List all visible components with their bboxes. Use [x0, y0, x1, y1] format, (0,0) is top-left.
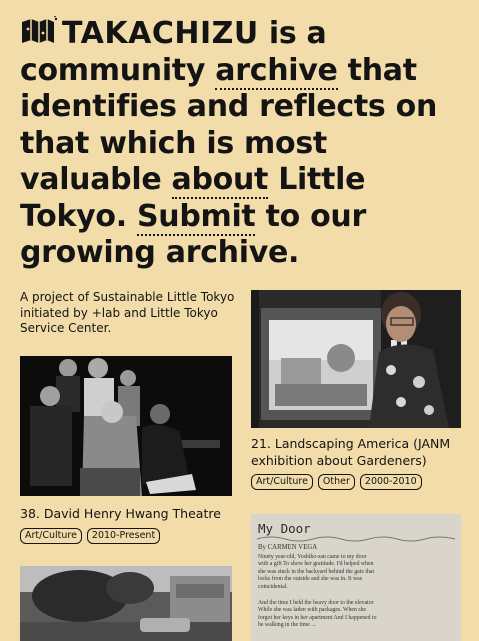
archive-card[interactable]: 38. David Henry Hwang Theatre Art/Cultur… — [20, 356, 232, 552]
card-photo[interactable] — [20, 356, 232, 496]
clipping-body: Ninety year-old, Yoshiko-san came to my … — [258, 554, 375, 590]
hero-statement: TAKACHIZU is a community archive that id… — [20, 16, 465, 272]
submit-link[interactable]: Submit — [136, 198, 256, 236]
card-photo[interactable] — [20, 566, 232, 641]
clipping-body: And the time I held the heavy door to th… — [258, 600, 377, 629]
archive-card[interactable]: 21. Landscaping America (JANM exhibition… — [251, 290, 461, 500]
map-logo-icon[interactable] — [20, 16, 58, 46]
card-title[interactable]: 38. David Henry Hwang Theatre — [20, 506, 232, 523]
tag-period[interactable]: 2010-Present — [86, 528, 161, 544]
brand-name: TAKACHIZU — [62, 16, 259, 51]
clipping-heading: My Door — [258, 521, 311, 536]
tag-category[interactable]: Other — [317, 474, 355, 490]
archive-card[interactable] — [20, 566, 232, 641]
card-tags: Art/Culture Other 2000-2010 — [251, 474, 422, 490]
card-title[interactable]: 21. Landscaping America (JANM exhibition… — [251, 436, 461, 469]
card-photo[interactable] — [251, 290, 461, 428]
archive-link[interactable]: archive — [215, 52, 338, 90]
tag-period[interactable]: 2000-2010 — [359, 474, 422, 490]
archive-card[interactable]: My Door By CARMEN VEGA Ninety year-old, … — [251, 514, 461, 641]
clipping-byline: By CARMEN VEGA — [258, 544, 318, 551]
project-intro: A project of Sustainable Little Tokyo in… — [20, 290, 235, 335]
tag-category[interactable]: Art/Culture — [251, 474, 313, 490]
card-tags: Art/Culture 2010-Present — [20, 528, 161, 544]
card-photo[interactable]: My Door By CARMEN VEGA Ninety year-old, … — [251, 514, 461, 641]
tag-category[interactable]: Art/Culture — [20, 528, 82, 544]
about-link[interactable]: about — [171, 162, 268, 199]
